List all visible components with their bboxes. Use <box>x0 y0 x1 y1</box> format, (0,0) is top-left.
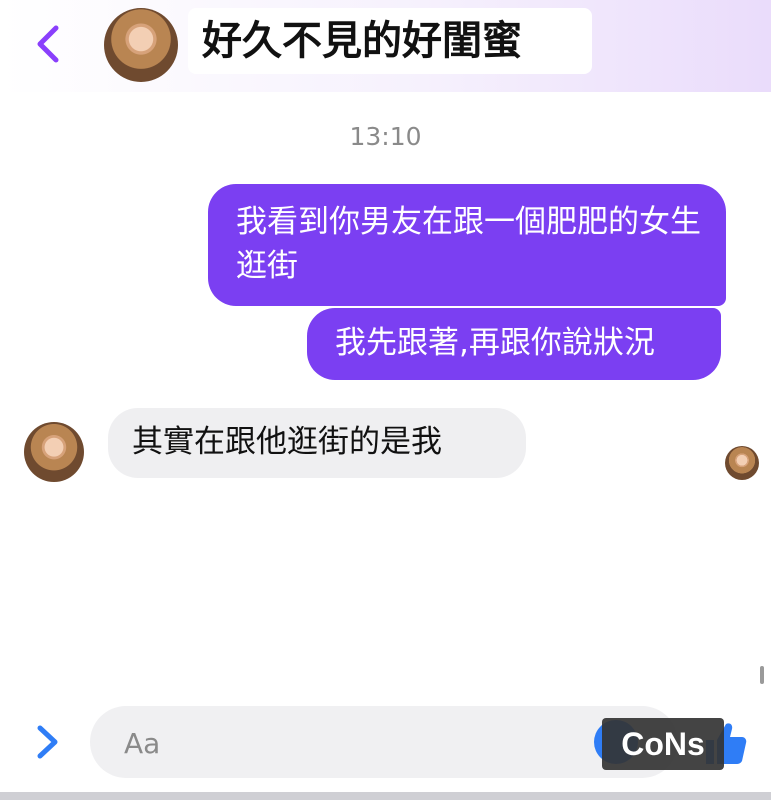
message-composer <box>90 706 678 778</box>
received-message-bubble[interactable]: 其實在跟他逛街的是我 <box>108 408 526 478</box>
chevron-left-icon <box>37 25 59 63</box>
bottom-edge <box>0 792 771 800</box>
chat-header: 好久不見的好閨蜜 <box>0 0 771 92</box>
friend-avatar[interactable] <box>24 422 84 482</box>
title-container: 好久不見的好閨蜜 <box>188 8 592 74</box>
chat-title[interactable]: 好久不見的好閨蜜 <box>202 18 522 64</box>
sent-message-bubble[interactable]: 我看到你男友在跟一個肥肥的女生逛街 <box>208 184 726 306</box>
sent-message-bubble[interactable]: 我先跟著,再跟你說狀況 <box>307 308 721 380</box>
watermark: CoNs <box>602 718 724 770</box>
back-button[interactable] <box>28 22 68 66</box>
contact-avatar[interactable] <box>104 8 178 82</box>
scrollbar[interactable] <box>760 666 764 684</box>
seen-receipt-avatar <box>725 446 759 480</box>
expand-actions-button[interactable] <box>30 722 64 762</box>
message-input[interactable] <box>122 720 586 766</box>
chevron-right-icon <box>37 725 58 759</box>
message-timestamp: 13:10 <box>349 122 422 151</box>
